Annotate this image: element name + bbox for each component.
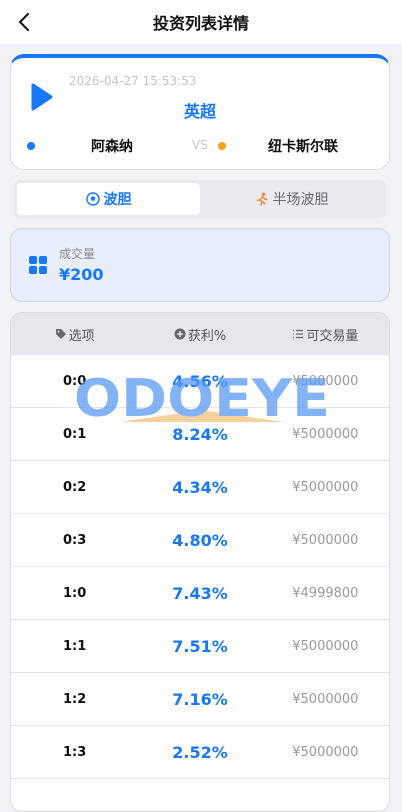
table-row[interactable] (11, 779, 389, 811)
table-row[interactable]: 0:0 4.56% ¥5000000 (11, 355, 389, 408)
row-option: 0:2 (63, 479, 87, 495)
team-row: 阿森纳 VS 纽卡斯尔联 (11, 136, 389, 156)
tab-half-time-score-label: 半场波胆 (272, 192, 329, 208)
row-option: 1:3 (63, 744, 87, 760)
row-profit: 7.16% (172, 689, 228, 709)
table-row[interactable]: 0:3 4.80% ¥5000000 (11, 514, 389, 567)
match-time: 2026-04-27 15:53:53 (69, 74, 197, 88)
row-profit: 2.52% (172, 742, 228, 762)
header-profit: 获利% (138, 325, 261, 344)
row-volume: ¥5000000 (292, 691, 359, 707)
chevron-left-icon (18, 13, 29, 31)
table-header: 选项 获利% 可交易量 (11, 313, 389, 355)
back-button[interactable] (8, 6, 40, 38)
row-profit: 4.80% (172, 530, 228, 550)
row-profit: 8.24% (172, 424, 228, 444)
top-bar: 投资列表详情 (0, 0, 402, 44)
row-volume: ¥4999800 (292, 585, 359, 601)
row-profit: 7.51% (172, 636, 228, 656)
home-team-dot (27, 142, 35, 150)
row-profit: 4.34% (172, 477, 228, 497)
table-row[interactable]: 1:0 7.43% ¥4999800 (11, 567, 389, 620)
match-card: 2026-04-27 15:53:53 英超 阿森纳 VS 纽卡斯尔联 (10, 54, 390, 170)
table-row[interactable]: 0:2 4.34% ¥5000000 (11, 461, 389, 514)
row-option: 0:1 (63, 426, 87, 442)
row-volume: ¥5000000 (292, 532, 359, 548)
header-option-label: 选项 (68, 328, 95, 344)
row-volume: ¥5000000 (292, 638, 359, 654)
home-team-name: 阿森纳 (91, 139, 133, 155)
row-volume: ¥5000000 (292, 426, 359, 442)
table-row[interactable]: 1:1 7.51% ¥5000000 (11, 620, 389, 673)
tab-half-time-score[interactable]: 半场波胆 (200, 183, 383, 215)
page-title: 投资列表详情 (152, 14, 249, 33)
header-volume-label: 可交易量 (306, 328, 359, 344)
grid-icon (29, 256, 47, 274)
away-team-dot (218, 142, 226, 150)
row-volume: ¥5000000 (292, 479, 359, 495)
row-option: 1:2 (63, 691, 87, 707)
list-icon (293, 329, 304, 339)
tag-icon (55, 329, 66, 339)
row-option: 1:1 (63, 638, 87, 654)
header-volume: 可交易量 (262, 325, 389, 344)
plus-circle-icon (174, 328, 186, 340)
soccer-ball-icon (85, 192, 100, 206)
row-option: 0:3 (63, 532, 87, 548)
row-volume: ¥5000000 (292, 744, 359, 760)
runner-icon (256, 192, 268, 206)
tab-correct-score-label: 波胆 (103, 192, 132, 208)
volume-card: 成交量 ¥200 (10, 228, 390, 302)
row-volume: ¥5000000 (292, 373, 359, 389)
volume-label: 成交量 (59, 247, 96, 261)
odds-table: 选项 获利% 可交易量 0:0 4.56% ¥5000000 0:1 8.24%… (10, 312, 390, 812)
league-name: 英超 (183, 102, 216, 121)
bet-type-tabs: 波胆 半场波胆 (14, 180, 386, 218)
table-row[interactable]: 0:1 8.24% ¥5000000 (11, 408, 389, 461)
volume-value: ¥200 (59, 265, 104, 284)
table-row[interactable]: 1:2 7.16% ¥5000000 (11, 673, 389, 726)
vs-label: VS (192, 138, 208, 152)
row-profit: 4.56% (172, 371, 228, 391)
row-profit: 7.43% (172, 583, 228, 603)
header-profit-label: 获利% (187, 328, 227, 344)
away-team-name: 纽卡斯尔联 (268, 139, 338, 155)
header-option: 选项 (11, 325, 138, 344)
row-option: 0:0 (63, 373, 87, 389)
tab-correct-score[interactable]: 波胆 (17, 183, 200, 215)
table-row[interactable]: 1:3 2.52% ¥5000000 (11, 726, 389, 779)
row-option: 1:0 (63, 585, 87, 601)
